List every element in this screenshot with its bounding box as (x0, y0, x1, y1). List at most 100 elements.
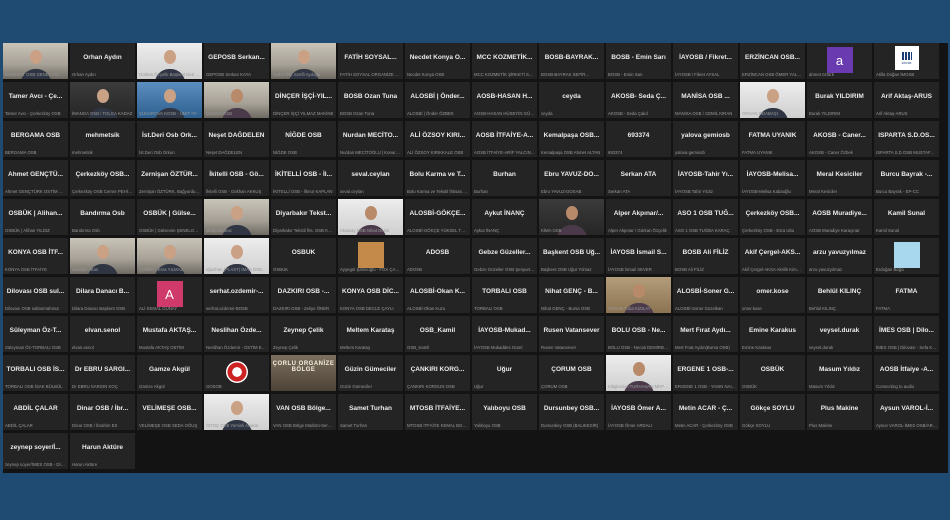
participant-tile[interactable]: Gökçe SOYLU Gökçe SOYLU (740, 394, 805, 430)
participant-tile[interactable]: Serkan ATA Serkan ATA (606, 160, 671, 196)
participant-tile[interactable]: KİMA OSB (539, 199, 604, 235)
participant-tile[interactable]: BOLU OSB - Ne... BOLU OSB - Necati DEMİRB… (606, 316, 671, 352)
participant-tile[interactable]: Neslihan Özde... Neslihan Özdemir - OSTİM… (204, 316, 269, 352)
participant-tile[interactable]: veysel.durak veysel.durak (807, 316, 872, 352)
participant-tile[interactable]: Gamze Akgül Gamze Akgül (137, 355, 202, 391)
participant-tile[interactable]: Dilara Danacı B... Dilara Danacı Başkent … (70, 277, 135, 313)
participant-tile[interactable]: ABDİL ÇALAR ABDİL ÇALAR (3, 394, 68, 430)
participant-tile[interactable]: yalova gemiosb yalova gemiosb (673, 121, 738, 157)
participant-tile[interactable]: OSBÜK | Gülse... OSBÜK | Gülsevim ŞENELOĞ… (137, 199, 202, 235)
participant-tile[interactable]: Meltem Karataş Meltem Karataş (338, 316, 403, 352)
participant-tile[interactable]: MTOSB İTFAİYE... MTOSB İTFAİYE KEMAL BOYO… (405, 394, 470, 430)
participant-tile[interactable]: VELİMEŞE OSB... VELİMEŞE OSB SEDA OĞUŞ (137, 394, 202, 430)
participant-tile[interactable]: AOSB Muradiye... AOSB Muradiye Karaçınar (807, 199, 872, 235)
participant-tile[interactable]: Gebze Güzeller... Gebze Güzeller OSB Şeny… (472, 238, 537, 274)
participant-tile[interactable]: ERZİNCAN OSB... ERZİNCAN OSB ÖMER YALÇIN (740, 43, 805, 79)
participant-tile[interactable]: ISPARTA S.D.OS... ISPARTA S.D.OSB MUSTAFA… (874, 121, 939, 157)
participant-tile[interactable]: Tamer Avcı - Çe... Tamer Avcı - Çerkezköy… (3, 82, 68, 118)
participant-tile[interactable]: Mustafa AKTAŞ... Mustafa AKTAŞ OSTİM (137, 316, 202, 352)
participant-tile[interactable]: Çerkezköy OSB... Çerkezköy OSB Cemre PEHİ… (70, 160, 135, 196)
participant-tile[interactable]: Necdet Konya O... Necdet Konya OSB (405, 43, 470, 79)
participant-tile[interactable]: DİNÇER İŞÇİ-YIL... DİNÇER İŞÇİ YILMAZ MAK… (271, 82, 336, 118)
participant-tile[interactable]: BOSB Ali FİLİZ BOSB Ali FİLİZ (673, 238, 738, 274)
participant-tile[interactable]: ERGENE 1 OSB-... ERGENE 1 OSB - YASIN NAI… (673, 355, 738, 391)
participant-tile[interactable]: Güzin Gümeciler Güzin Gümeciler (338, 355, 403, 391)
participant-tile[interactable]: TORBALI OSB İS... TORBALI OSB İSAK BÜLBÜL (3, 355, 68, 391)
participant-tile[interactable]: Arif Aktaş-ARUS Arif Aktaş-ARUS (874, 82, 939, 118)
participant-tile[interactable]: Zernişan ÖZTÜR... Zernişan ÖZTÜRK, Bağyur… (137, 160, 202, 196)
participant-tile[interactable]: FATİH SOYSAL... FATİH SOYSAL ORGANİZE SAN… (338, 43, 403, 79)
participant-tile[interactable]: İAYOSB-Mukad... İAYOSB Mukaddes Gürel (472, 316, 537, 352)
participant-tile[interactable]: Çerkezköy OSB... Çerkezköy OSB - Esra Ubu (740, 199, 805, 235)
participant-tile[interactable]: BAŞKENT OSB GENEL MÜ... (3, 43, 68, 79)
participant-tile[interactable]: ÇORLU ORGANİZE BÖLGE (271, 355, 336, 391)
participant-tile[interactable]: Mert Fırat Aydı... Mert Fırat Aydın(Bursa… (673, 316, 738, 352)
participant-tile[interactable]: a ahmet öztürk (807, 43, 872, 79)
participant-tile[interactable]: Aksaray OSB Nihat Demir (338, 199, 403, 235)
participant-tile[interactable]: seval.ceylan seval.ceylan (338, 160, 403, 196)
participant-tile[interactable]: omer.kose omer.kose (740, 277, 805, 313)
participant-tile[interactable]: oğuzhan (PLAST) İMAA OSB... (204, 238, 269, 274)
participant-tile[interactable]: Burak YILDIRIM Burak YILDIRIM (807, 82, 872, 118)
participant-tile[interactable]: Plus Makine Plus Makine (807, 394, 872, 430)
participant-tile[interactable]: ALOSBİ | Önder... ALOSBİ | Önder ÖZBEK (405, 82, 470, 118)
participant-tile[interactable]: Nurdan MECİTO... Nurdan MECİTOĞLU | Konur… (338, 121, 403, 157)
participant-tile[interactable]: İMOSB Atilla Doğan İMOSB (874, 43, 939, 79)
participant-tile[interactable]: 693374 693374 (606, 121, 671, 157)
participant-tile[interactable]: İAYOSB İsmail S... İAYOSB İsmail SEVER (606, 238, 671, 274)
participant-tile[interactable]: DAZKIRI OSB -... DAZKIRI OSB - Zeliye ÖNE… (271, 277, 336, 313)
participant-tile[interactable]: Süleyman Öz-T... Süleyman Öz-TORBALI OSB (3, 316, 68, 352)
participant-tile[interactable]: AOSB-HASAN H... AOSB-HASAN HÜSEYİN GÜLÇİ.… (472, 82, 537, 118)
participant-tile[interactable]: OSBUK OSBUK (271, 238, 336, 274)
participant-tile[interactable]: Ayşegül Şahinoğlu - FOX ÇAK... (338, 238, 403, 274)
participant-tile[interactable]: AOSB İtfaiye -A... Connecting to audio (874, 355, 939, 391)
participant-tile[interactable]: ÇORUM OSB ÇORUM OSB (539, 355, 604, 391)
participant-tile[interactable]: Nihat GENÇ - B... Nihat GENÇ - Bursa OSB (539, 277, 604, 313)
participant-tile[interactable]: Aydın Ölçi Sertifi Aydoğu (271, 43, 336, 79)
participant-tile[interactable]: TORBALI OSB TORBALI OSB (472, 277, 537, 313)
participant-tile[interactable]: Dilovası OSB sul... Dilovası OSB sultanma… (3, 277, 68, 313)
participant-tile[interactable]: ÇOSEK / Esra YILMAZ (137, 238, 202, 274)
participant-tile[interactable]: Burcu Bayrak -... Burcu Bayrak - EP-CC (874, 160, 939, 196)
participant-tile[interactable]: ADOSB ADOSB (405, 238, 470, 274)
participant-tile[interactable]: HOSAB Tuba KIZILAY (606, 277, 671, 313)
participant-tile[interactable]: İAYOSB-Melisa... İAYOSB-Melisa Kabaoğlu (740, 160, 805, 196)
participant-tile[interactable]: İst.Deri Osb Ork... İst.Deri Osb Orkun (137, 121, 202, 157)
participant-tile[interactable]: Orhan Aydın Orhan Aydın (70, 43, 135, 79)
participant-tile[interactable]: AOSB İTFAİYE-A... AOSB İTFAİYE-ARİF YALCI… (472, 121, 537, 157)
participant-tile[interactable]: KONYA OSB İTF... KONYA OSB İTFAİYE (3, 238, 68, 274)
participant-tile[interactable]: KONYA OSB DİC... KONYA OSB DECLE ÇAYLI (338, 277, 403, 313)
participant-tile[interactable]: ASO 1 OSB TUĞ... ASO 1 OSB TUĞBA KARAÇ (673, 199, 738, 235)
participant-tile[interactable]: Diyarbakır Tekst... Diyarbakır Tekstil İh… (271, 199, 336, 235)
participant-tile[interactable]: ORHAN ODABAŞI (740, 82, 805, 118)
participant-tile[interactable]: Başkent OSB Uğ... Başkent OSB Uğur Yılmaz (539, 238, 604, 274)
participant-tile[interactable]: Harun Aktüre Harun Aktüre (70, 433, 135, 469)
participant-tile[interactable]: BOSB-BAYRAK... BOSB-BAYRAK SEFİR... (539, 43, 604, 79)
participant-tile[interactable]: Zeynep Çelik Zeynep Çelik (271, 316, 336, 352)
participant-tile[interactable]: OSBÜK | Alihan... OSBÜK | Alihan YILDIZ (3, 199, 68, 235)
participant-tile[interactable]: AKOSB - Caner... AKOSB - Caner Özbek (807, 121, 872, 157)
participant-tile[interactable]: Kemalpaşa OSB... Kemalpaşa OSB Ahmet ALTA… (539, 121, 604, 157)
participant-tile[interactable]: İAYOSB-Tahir Yı... İAYOSB Tahir Yıldız (673, 160, 738, 196)
participant-tile[interactable]: Kikgincinel TURHANAN MKP MÜH... (606, 355, 671, 391)
participant-tile[interactable]: Metin ACAR - Ç... Metin ACAR - Çerkezköy … (673, 394, 738, 430)
participant-tile[interactable]: Burhan Burhan (472, 160, 537, 196)
participant-tile[interactable]: Masum Yıldız Masum Yıldız (807, 355, 872, 391)
participant-tile[interactable]: İKİTELLİ OSB - İl... İKİTELLİ OSB - İlknu… (271, 160, 336, 196)
participant-tile[interactable]: ceyda ceyda (539, 82, 604, 118)
participant-tile[interactable]: ALOSBİ-Soner G... ALOSBİ-Soner Güzelkan (673, 277, 738, 313)
participant-tile[interactable]: oktay.karakoc (204, 199, 269, 235)
participant-tile[interactable]: Ebru YAVUZ-DO... Ebru YAVUZ-DOSAB (539, 160, 604, 196)
participant-tile[interactable]: Çalışma OSB (204, 82, 269, 118)
participant-tile[interactable]: ÇANKIRI KORG... ÇANKIRI KORGUN OSB (405, 355, 470, 391)
participant-tile[interactable]: mehmetsik mehmetsik (70, 121, 135, 157)
participant-tile[interactable]: AKOSB- Seda Ç... AKOSB - Seda Çakıl (606, 82, 671, 118)
participant-tile[interactable]: Dursunbey OSB... Dursunbey OSB (BALIKESİR… (539, 394, 604, 430)
participant-tile[interactable]: Rusen Vatansever Rusen Vatansever (539, 316, 604, 352)
participant-tile[interactable]: Bandırma Osb Bandırma Osb (70, 199, 135, 235)
participant-tile[interactable]: Akif Çergel-AKS... Akif Çergel-AKSA Akril… (740, 238, 805, 274)
participant-tile[interactable]: zeynep soyer/İ... zeynep soyer/İMES OSB -… (3, 433, 68, 469)
participant-tile[interactable]: Uğur Uğur (472, 355, 537, 391)
participant-tile[interactable]: İAYOSB / Fikret... İAYOSB / Fikret AYSAL (673, 43, 738, 79)
participant-tile[interactable]: FATMA FATMA (874, 277, 939, 313)
